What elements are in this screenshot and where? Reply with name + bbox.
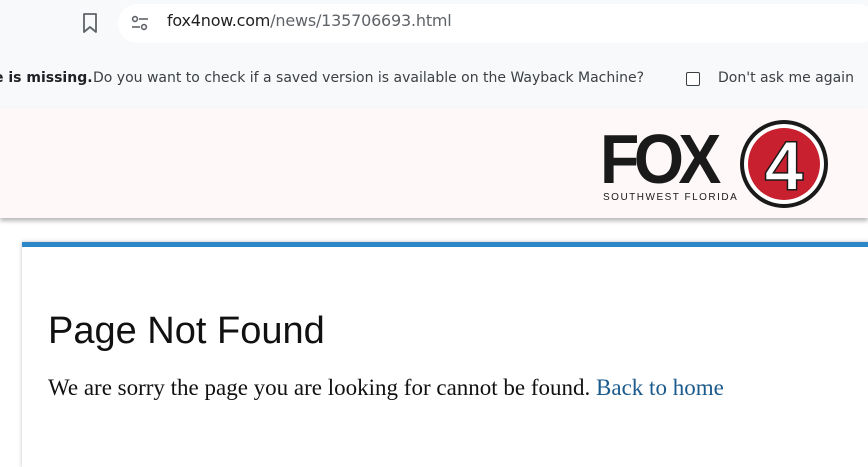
logo-fox-text: FOX bbox=[600, 120, 721, 198]
page-title: Page Not Found bbox=[48, 310, 325, 353]
url-text[interactable]: fox4now.com/news/135706693.html bbox=[167, 11, 452, 30]
url-path: /news/135706693.html bbox=[270, 11, 452, 30]
logo-subtitle: SOUTHWEST FLORIDA bbox=[603, 192, 739, 203]
logo-4-badge: 4 bbox=[740, 120, 828, 208]
dont-ask-checkbox[interactable] bbox=[686, 72, 700, 86]
browser-toolbar: fox4now.com/news/135706693.html bbox=[0, 0, 868, 48]
back-to-home-link[interactable]: Back to home bbox=[596, 375, 724, 400]
site-header: FOX 4 SOUTHWEST FLORIDA bbox=[0, 108, 868, 218]
url-domain: fox4now.com bbox=[167, 11, 271, 30]
logo-number: 4 bbox=[765, 127, 804, 205]
not-found-message: We are sorry the page you are looking fo… bbox=[48, 375, 724, 401]
wayback-infobar: e is missing. Do you want to check if a … bbox=[0, 48, 868, 108]
fox4-logo[interactable]: FOX 4 SOUTHWEST FLORIDA bbox=[600, 118, 834, 210]
site-info-icon[interactable] bbox=[130, 13, 150, 33]
infobar-bold-text: e is missing. bbox=[0, 70, 93, 86]
infobar-message[interactable]: Do you want to check if a saved version … bbox=[93, 70, 644, 86]
content-card: Page Not Found We are sorry the page you… bbox=[22, 242, 868, 467]
dont-ask-label[interactable]: Don't ask me again bbox=[718, 70, 854, 86]
bookmark-icon[interactable] bbox=[80, 12, 100, 34]
message-text: We are sorry the page you are looking fo… bbox=[48, 375, 591, 400]
